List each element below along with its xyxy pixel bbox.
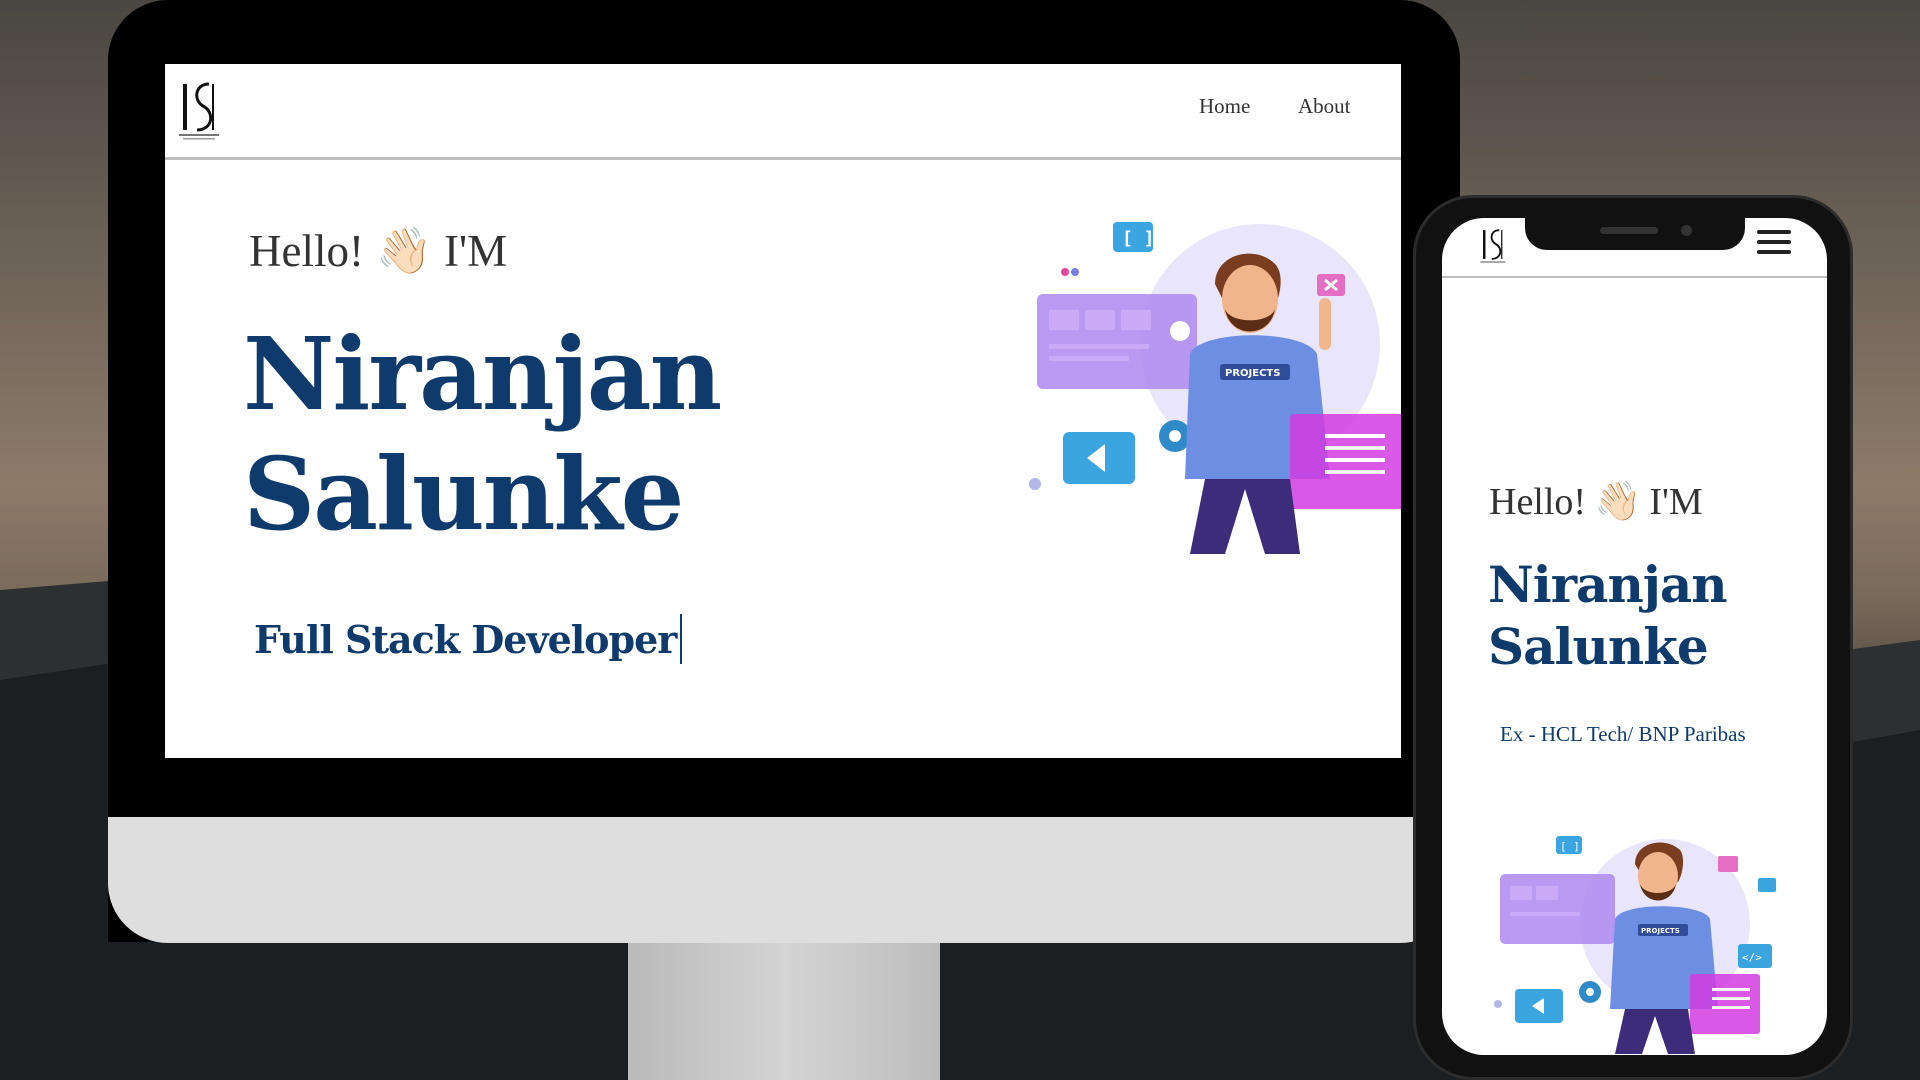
greeting-prefix: Hello! <box>1489 481 1587 523</box>
nav-about-link[interactable]: About <box>1298 94 1351 119</box>
projects-badge: PROJECTS <box>1641 927 1680 935</box>
monitor-stand <box>628 943 940 1080</box>
nav-home-link[interactable]: Home <box>1199 94 1250 119</box>
wave-hand-icon: 👋🏻 <box>375 226 432 276</box>
desktop-screen: Home About Hello! 👋🏻 I'M Niranjan Salunk… <box>165 64 1401 758</box>
hamburger-menu-icon[interactable] <box>1757 230 1791 260</box>
hero-name-last: Salunke <box>1488 617 1709 676</box>
typing-caret <box>680 614 683 664</box>
mobile-subtitle: Ex - HCL Tech/ BNP Paribas <box>1500 722 1746 746</box>
hero-name-first: Niranjan <box>243 315 722 433</box>
svg-text:[ ]: [ ] <box>1122 228 1155 249</box>
mobile-greeting: Hello! 👋🏻 I'M <box>1489 480 1703 524</box>
hamburger-bar <box>1757 230 1791 234</box>
greeting-prefix: Hello! <box>249 225 364 276</box>
greeting: Hello! 👋🏻 I'M <box>249 224 507 277</box>
greeting-suffix: I'M <box>444 225 508 276</box>
logo-icon[interactable] <box>175 78 223 144</box>
hero-name: Niranjan Salunke <box>243 314 722 554</box>
typed-role: Full Stack Developer <box>254 614 683 664</box>
svg-text:[ ]: [ ] <box>1560 840 1580 853</box>
logo-icon[interactable] <box>1478 226 1508 268</box>
monitor-chin <box>108 817 1460 943</box>
greeting-suffix: I'M <box>1649 481 1703 523</box>
hamburger-bar <box>1757 240 1791 244</box>
projects-badge: PROJECTS <box>1225 368 1280 379</box>
phone-camera <box>1681 225 1692 236</box>
mobile-hero-name: Niranjan Salunke <box>1488 554 1728 678</box>
phone-speaker <box>1600 227 1658 234</box>
mobile-screen: Hello! 👋🏻 I'M Niranjan Salunke Ex - HCL … <box>1442 218 1827 1055</box>
hero-name-last: Salunke <box>243 435 684 553</box>
svg-text:</>: </> <box>1742 951 1762 964</box>
hero-name-first: Niranjan <box>1488 555 1728 614</box>
developer-illustration: [ ] PROJECTS </> <box>1494 836 1776 1054</box>
wave-hand-icon: 👋🏻 <box>1594 481 1642 523</box>
hamburger-bar <box>1757 250 1791 254</box>
navbar: Home About <box>165 64 1401 160</box>
developer-illustration: [ ] PROJECTS <box>1029 222 1401 554</box>
phone-notch <box>1525 218 1745 250</box>
role-text: Full Stack Developer <box>254 616 677 662</box>
